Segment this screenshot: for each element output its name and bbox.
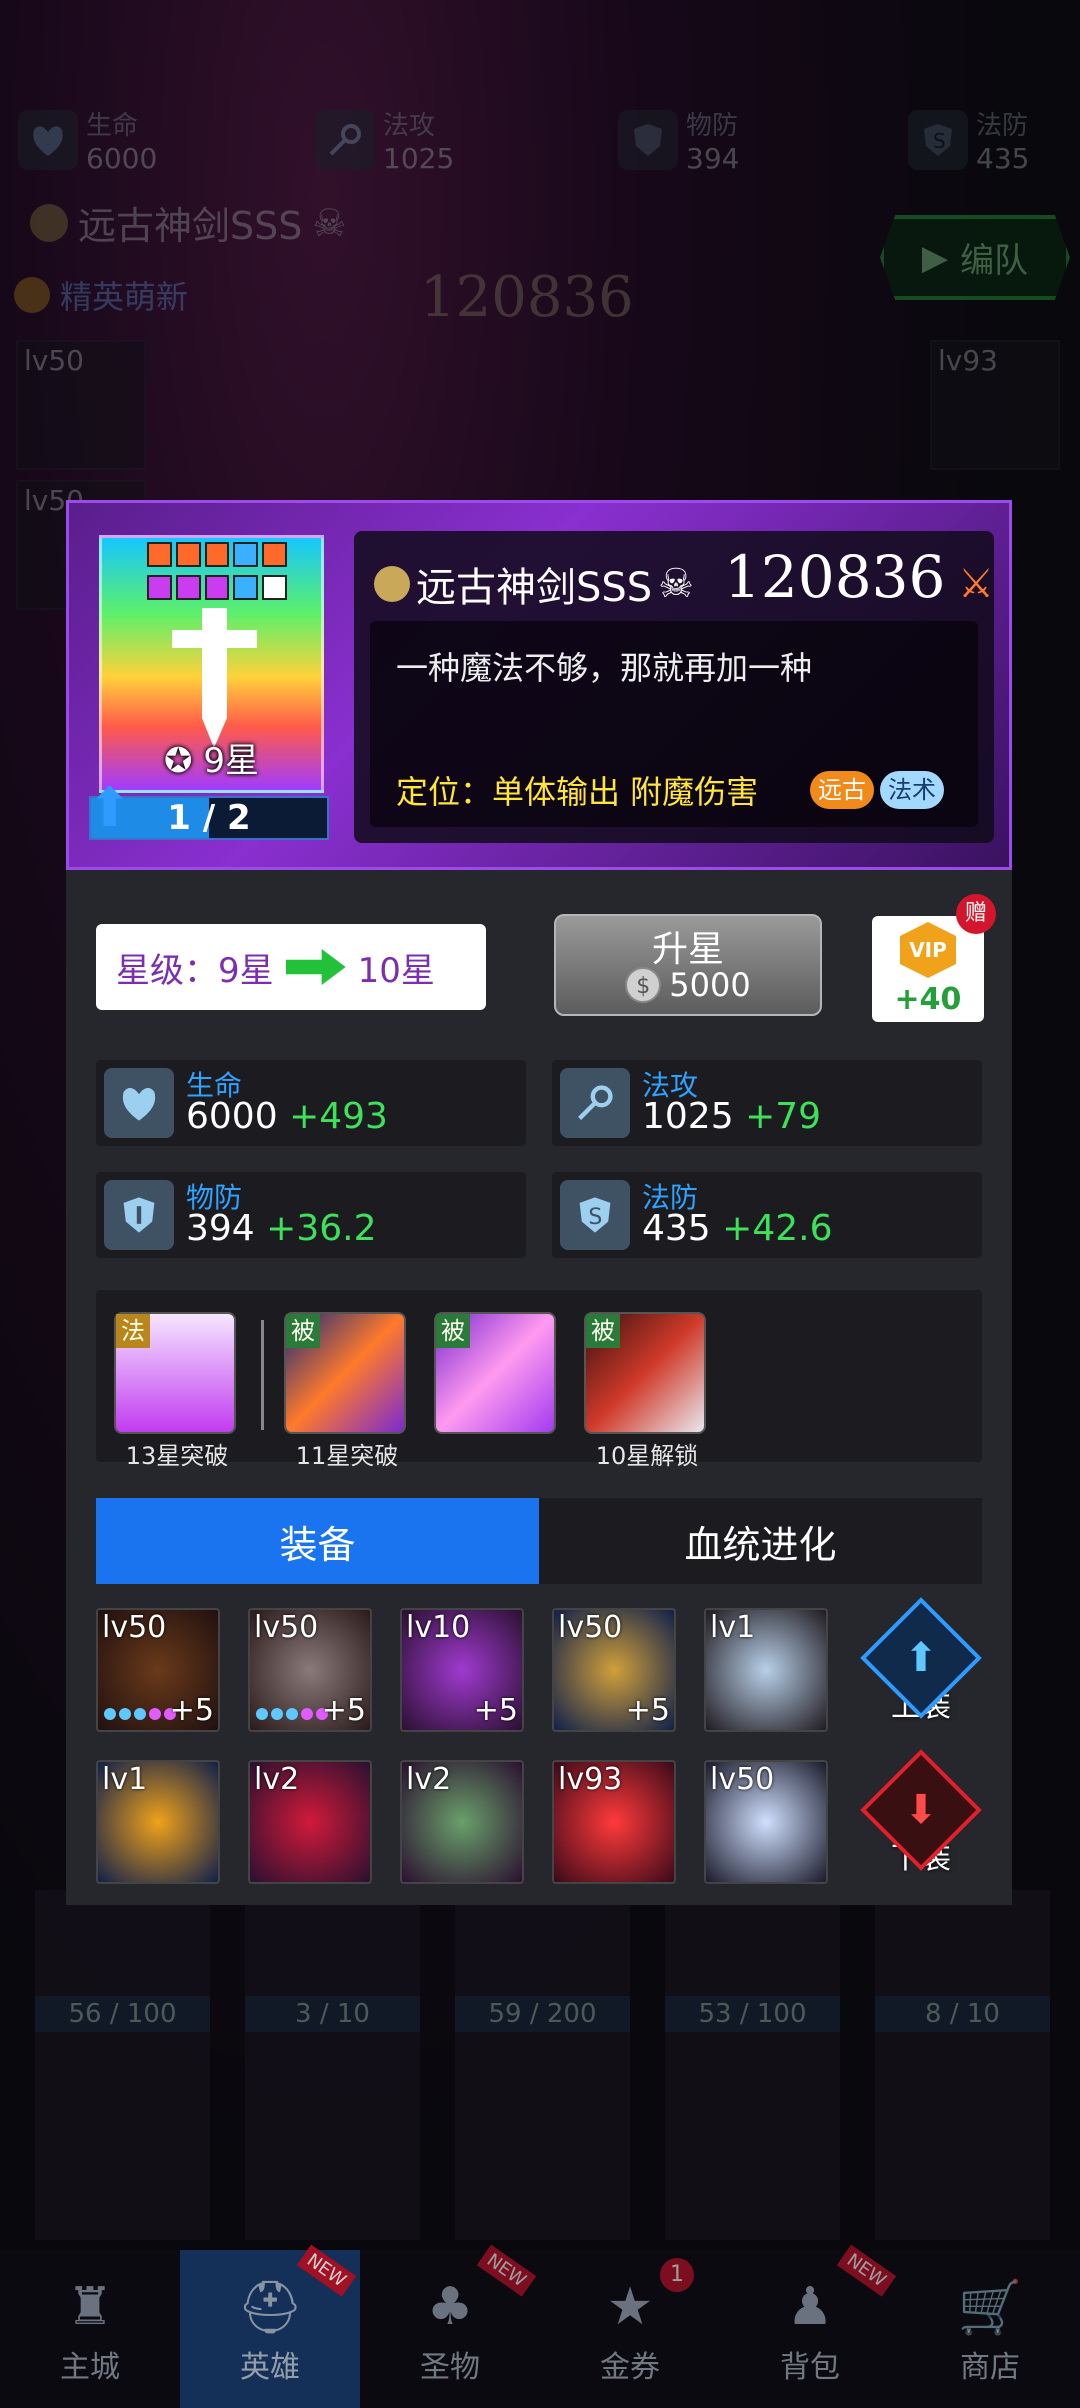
armor-icon[interactable]: lv50 +5 xyxy=(248,1608,372,1732)
nav-tickets[interactable]: ★ 金券 1 xyxy=(540,2250,720,2408)
stat-hp: 生命 6000 +493 xyxy=(96,1060,526,1146)
tab-bloodline[interactable]: 血统进化 xyxy=(539,1498,982,1584)
skull-icon: ☠ xyxy=(658,561,695,607)
star-grid-cell xyxy=(262,542,287,567)
star-grid-cell xyxy=(204,542,230,567)
triple-sword-skill-icon[interactable]: 法 13星突破 xyxy=(114,1312,236,1470)
nav-heroes[interactable]: ⛑ 英雄 NEW xyxy=(180,2244,360,2408)
backpack-icon: ♟ xyxy=(786,2277,834,2337)
heart-shield-icon xyxy=(104,1068,174,1138)
nav-relics[interactable]: ♣ 圣物 NEW xyxy=(360,2244,540,2408)
stat-matk: 法攻 1025 +79 xyxy=(552,1060,982,1146)
ruby-icon[interactable]: lv93 xyxy=(552,1760,676,1884)
star-grid xyxy=(147,542,287,604)
tab-equipment[interactable]: 装备 xyxy=(96,1498,539,1584)
star-grid-cell xyxy=(147,575,172,600)
red-potion-icon[interactable]: lv2 xyxy=(248,1760,372,1884)
crystal-icon[interactable]: lv1 xyxy=(704,1608,828,1732)
tag-ancient: 远古 xyxy=(810,771,874,809)
hero-detail-modal: ✪ 9星 1 / 2 ⬆ 远古神剑SSS ☠ 120836 ⚔ 一种魔法不够，那… xyxy=(66,500,1012,1905)
vip-badge-icon: VIP xyxy=(900,922,956,978)
portrait-star-level: ✪ 9星 xyxy=(164,741,259,781)
upgrade-arrow-icon[interactable]: ⬆ xyxy=(87,781,132,835)
enhance-dots xyxy=(256,1708,328,1720)
hero-name: 远古神剑SSS ☠ xyxy=(374,555,694,613)
hero-detail-panel: 星级： 9星 10星 升星 $5000 VIP +40 赠 生命 6000 +49… xyxy=(66,870,1012,1905)
hero-role: 定位：单体输出 附魔伤害 xyxy=(396,773,759,811)
twin-sword-skill-icon[interactable]: 被 xyxy=(434,1312,556,1434)
detail-tabs: 装备 血统进化 xyxy=(96,1498,982,1584)
clover-icon: ♣ xyxy=(426,2277,474,2337)
enhance-dots xyxy=(104,1708,176,1720)
unequip-button[interactable]: ⬇ 下装 xyxy=(860,1749,982,1884)
castle-icon: ♜ xyxy=(66,2277,114,2337)
stat-pdef: 物防 394 +36.2 xyxy=(96,1172,526,1258)
vip-bonus-button[interactable]: VIP +40 赠 xyxy=(872,894,996,1022)
magic-shield-icon: S xyxy=(560,1180,630,1250)
new-badge: NEW xyxy=(837,2244,897,2297)
star-grid-cell xyxy=(233,575,259,600)
skills-panel: 法 13星突破 被 11星突破 被 被 10星解锁 xyxy=(96,1290,982,1470)
star-grid-cell xyxy=(233,542,259,567)
flaming-sword-skill-icon[interactable]: 被 11星突破 xyxy=(284,1312,406,1470)
star-grid-cell xyxy=(175,542,201,567)
wings-icon[interactable]: lv50 xyxy=(704,1760,828,1884)
hero-header: ✪ 9星 1 / 2 ⬆ 远古神剑SSS ☠ 120836 ⚔ 一种魔法不够，那… xyxy=(66,500,1012,870)
star-grid-cell xyxy=(262,575,287,600)
crimson-sword-skill-icon[interactable]: 被 10星解锁 xyxy=(584,1312,706,1470)
new-badge: NEW xyxy=(477,2244,537,2297)
count-badge: 1 xyxy=(660,2258,694,2292)
shield-icon xyxy=(104,1180,174,1250)
skill-divider xyxy=(261,1320,264,1430)
svg-text:S: S xyxy=(588,1205,602,1230)
ticket-icon: ★ xyxy=(606,2277,654,2337)
arrow-right-icon xyxy=(285,949,346,985)
hero-info-panel: 远古神剑SSS ☠ 120836 ⚔ 一种魔法不够，那就再加一种 定位：单体输出… xyxy=(354,531,994,843)
nav-main-city[interactable]: ♜ 主城 xyxy=(0,2250,180,2408)
hero-portrait: ✪ 9星 xyxy=(99,535,324,793)
magic-wand-icon xyxy=(560,1068,630,1138)
sword-icon xyxy=(172,608,257,748)
ring-icon[interactable]: lv10 +5 xyxy=(400,1608,524,1732)
hero-description-box: 一种魔法不够，那就再加一种 定位：单体输出 附魔伤害 远古 法术 xyxy=(370,621,978,827)
star-upgrade-row: 星级： 9星 10星 xyxy=(96,924,486,1010)
hero-power: 120836 ⚔ xyxy=(724,543,994,611)
equip-button[interactable]: ⬆ 上装 xyxy=(860,1597,982,1732)
helmet-icon: ⛑ xyxy=(236,2277,303,2338)
star-grid-cell xyxy=(147,542,172,567)
nav-shop[interactable]: 🛒 商店 xyxy=(900,2250,1080,2408)
shirt-up-icon: ⬆ xyxy=(904,1634,938,1681)
nav-backpack[interactable]: ♟ 背包 NEW xyxy=(720,2244,900,2408)
amulet-icon[interactable]: lv50 +5 xyxy=(552,1608,676,1732)
bottom-navigation: ♜ 主城 ⛑ 英雄 NEW ♣ 圣物 NEW ★ 金券 1 ♟ 背包 NEW 🛒… xyxy=(0,2244,1080,2408)
upgrade-star-button[interactable]: 升星 $5000 xyxy=(554,914,822,1016)
shirt-down-icon: ⬇ xyxy=(904,1786,938,1833)
green-potion-icon[interactable]: lv2 xyxy=(400,1760,524,1884)
cart-icon: 🛒 xyxy=(957,2277,1023,2338)
tag-magic: 法术 xyxy=(880,771,944,809)
sword-icon[interactable]: lv50 +5 xyxy=(96,1608,220,1732)
new-badge: NEW xyxy=(297,2244,357,2297)
crossed-swords-icon: ⚔ xyxy=(945,561,994,607)
star-grid-cell xyxy=(204,575,230,600)
coin-icon: $ xyxy=(625,967,662,1003)
pentagram-icon xyxy=(374,566,410,602)
star-grid-cell xyxy=(175,575,201,600)
stat-mdef: S 法防 435 +42.6 xyxy=(552,1172,982,1258)
gift-badge: 赠 xyxy=(956,894,996,934)
hero-description: 一种魔法不够，那就再加一种 xyxy=(396,649,813,687)
yellow-potion-icon[interactable]: lv1 xyxy=(96,1760,220,1884)
